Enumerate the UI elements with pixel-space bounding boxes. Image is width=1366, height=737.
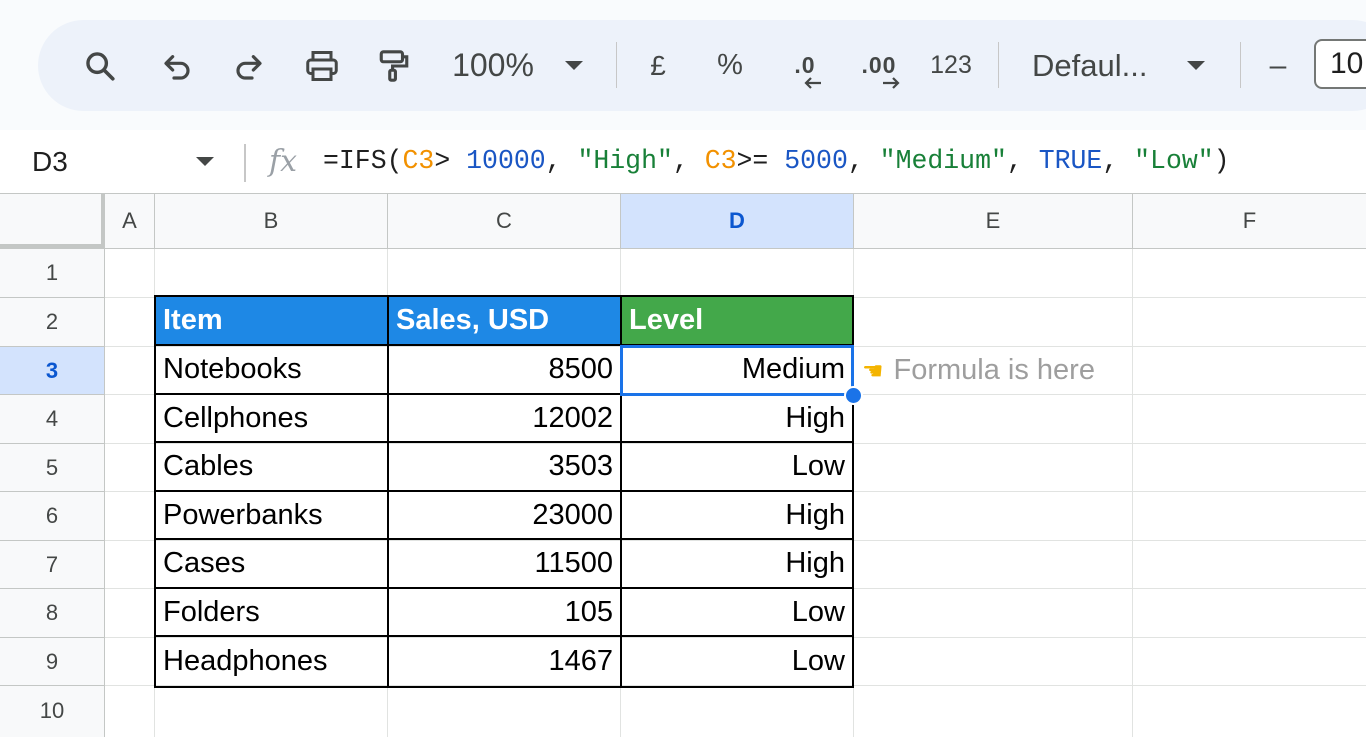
cell-d4[interactable]: High bbox=[622, 395, 854, 443]
row-header-6[interactable]: 6 bbox=[0, 492, 104, 541]
toolbar-separator bbox=[998, 42, 999, 88]
undo-icon[interactable] bbox=[156, 20, 200, 111]
column-header-f[interactable]: F bbox=[1133, 194, 1366, 248]
cell-d3[interactable]: Medium bbox=[622, 346, 854, 395]
row-header-7[interactable]: 7 bbox=[0, 541, 104, 589]
name-box-dropdown-icon[interactable] bbox=[196, 157, 214, 166]
formula-input[interactable]: =IFS(C3> 10000, "High", C3>= 5000, "Medi… bbox=[323, 130, 1230, 193]
cell-b3[interactable]: Notebooks bbox=[156, 346, 389, 395]
row-header-5[interactable]: 5 bbox=[0, 444, 104, 492]
zoom-value: 100% bbox=[452, 47, 534, 83]
arrow-right-icon bbox=[883, 77, 900, 89]
cell-b9[interactable]: Headphones bbox=[156, 637, 389, 688]
cell-d9[interactable]: Low bbox=[622, 637, 854, 688]
column-header-c[interactable]: C bbox=[388, 194, 621, 248]
cell-b4[interactable]: Cellphones bbox=[156, 395, 389, 443]
cell-d6[interactable]: High bbox=[622, 492, 854, 540]
pointing-hand-icon: ☚ bbox=[862, 358, 884, 385]
row-header-10[interactable]: 10 bbox=[0, 686, 104, 737]
search-icon[interactable] bbox=[78, 20, 122, 111]
cell-c4[interactable]: 12002 bbox=[389, 395, 622, 443]
cell-c8[interactable]: 105 bbox=[389, 589, 622, 637]
fx-icon: fx bbox=[269, 144, 298, 179]
more-formats-button[interactable]: 123 bbox=[926, 20, 976, 111]
font-size-input[interactable]: 10 bbox=[1314, 39, 1366, 89]
cell-d5[interactable]: Low bbox=[622, 443, 854, 492]
paint-format-icon[interactable] bbox=[372, 20, 416, 111]
row-header-8[interactable]: 8 bbox=[0, 589, 104, 638]
table-header-level[interactable]: Level bbox=[622, 297, 854, 346]
arrow-left-icon bbox=[804, 77, 821, 89]
cell-b5[interactable]: Cables bbox=[156, 443, 389, 492]
row-header-4[interactable]: 4 bbox=[0, 395, 104, 444]
row-header-3[interactable]: 3 bbox=[0, 347, 104, 395]
cell-c5[interactable]: 3503 bbox=[389, 443, 622, 492]
formula-note-text: Formula is here bbox=[893, 354, 1095, 386]
toolbar-separator bbox=[1240, 42, 1241, 88]
cell-c3[interactable]: 8500 bbox=[389, 346, 622, 395]
formula-bar: D3 fx =IFS(C3> 10000, "High", C3>= 5000,… bbox=[0, 130, 1366, 194]
column-header-a[interactable]: A bbox=[105, 194, 155, 248]
toolbar-separator bbox=[616, 42, 617, 88]
decrease-font-size-button[interactable]: – bbox=[1262, 20, 1294, 111]
fill-handle[interactable] bbox=[844, 386, 863, 405]
cell-b8[interactable]: Folders bbox=[156, 589, 389, 637]
formula-bar-separator bbox=[244, 144, 246, 182]
percent-format-button[interactable]: % bbox=[712, 20, 748, 111]
row-header-bar: 1 2 3 4 5 6 7 8 9 10 bbox=[0, 249, 105, 737]
currency-format-button[interactable]: £ bbox=[640, 20, 676, 111]
gridline bbox=[1132, 249, 1133, 737]
table-header-sales[interactable]: Sales, USD bbox=[389, 297, 622, 346]
cell-b6[interactable]: Powerbanks bbox=[156, 492, 389, 540]
cell-b7[interactable]: Cases bbox=[156, 540, 389, 589]
cell-c9[interactable]: 1467 bbox=[389, 637, 622, 688]
row-header-1[interactable]: 1 bbox=[0, 249, 104, 298]
font-dropdown-icon[interactable] bbox=[1184, 20, 1208, 111]
decrease-decimal-button[interactable]: .0 bbox=[782, 20, 828, 111]
print-icon[interactable] bbox=[300, 20, 344, 111]
font-select[interactable]: Defaul... bbox=[1032, 20, 1160, 111]
select-all-corner[interactable] bbox=[0, 194, 105, 248]
zoom-dropdown-icon[interactable] bbox=[562, 20, 586, 111]
column-header-bar: A B C D E F bbox=[0, 194, 1366, 249]
row-header-9[interactable]: 9 bbox=[0, 638, 104, 686]
cell-d8[interactable]: Low bbox=[622, 589, 854, 637]
cell-d7[interactable]: High bbox=[622, 540, 854, 589]
toolbar: 100% £ % .0 .00 123 Defaul... – 10 bbox=[38, 20, 1366, 111]
column-header-e[interactable]: E bbox=[854, 194, 1133, 248]
name-box[interactable]: D3 bbox=[32, 130, 68, 193]
increase-decimal-button[interactable]: .00 bbox=[856, 20, 902, 111]
toolbar-area: 100% £ % .0 .00 123 Defaul... – 10 bbox=[0, 0, 1366, 130]
sheet-grid: A B C D E F 1 2 3 4 5 6 7 8 9 10 Item Sa… bbox=[0, 194, 1366, 737]
formula-note: ☚ Formula is here bbox=[862, 346, 1095, 394]
cell-c6[interactable]: 23000 bbox=[389, 492, 622, 540]
zoom-select[interactable]: 100% bbox=[448, 20, 538, 111]
redo-icon[interactable] bbox=[226, 20, 270, 111]
row-header-2[interactable]: 2 bbox=[0, 298, 104, 347]
column-header-d[interactable]: D bbox=[621, 194, 854, 248]
cell-c7[interactable]: 11500 bbox=[389, 540, 622, 589]
column-header-b[interactable]: B bbox=[155, 194, 388, 248]
table-header-item[interactable]: Item bbox=[156, 297, 389, 346]
